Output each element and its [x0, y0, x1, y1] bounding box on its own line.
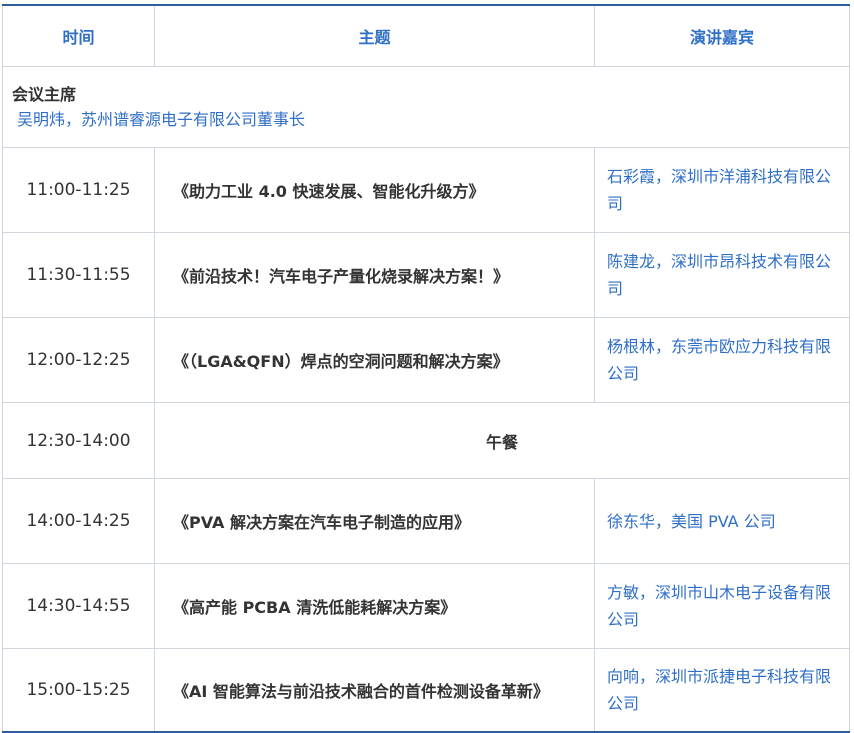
session-time: 14:00-14:25	[2, 478, 155, 564]
table-row: 11:00-11:25 《助力工业 4.0 快速发展、智能化升级方》 石彩霞，深…	[2, 147, 850, 233]
session-time: 11:00-11:25	[2, 147, 155, 233]
agenda-container: 时间 主题 演讲嘉宾 会议主席 吴明炜，苏州谱睿源电子有限公司董事长 11:00…	[2, 4, 850, 733]
table-header-row: 时间 主题 演讲嘉宾	[2, 4, 850, 67]
table-row: 15:00-15:25 《AI 智能算法与前沿技术融合的首件检测设备革新》 向响…	[2, 648, 850, 733]
session-time: 12:30-14:00	[2, 402, 155, 479]
session-time: 11:30-11:55	[2, 232, 155, 318]
session-speaker: 杨根林，东莞市欧应力科技有限公司	[594, 317, 850, 403]
session-topic: 《PVA 解决方案在汽车电子制造的应用》	[154, 478, 595, 564]
header-speaker: 演讲嘉宾	[594, 4, 850, 67]
table-row: 11:30-11:55 《前沿技术！汽车电子产量化烧录解决方案！》 陈建龙，深圳…	[2, 232, 850, 318]
session-topic: 《高产能 PCBA 清洗低能耗解决方案》	[154, 563, 595, 649]
session-topic: 《前沿技术！汽车电子产量化烧录解决方案！》	[154, 232, 595, 318]
session-speaker: 徐东华，美国 PVA 公司	[594, 478, 850, 564]
session-topic: 《（LGA&QFN）焊点的空洞问题和解决方案》	[154, 317, 595, 403]
table-row: 14:00-14:25 《PVA 解决方案在汽车电子制造的应用》 徐东华，美国 …	[2, 478, 850, 564]
session-time: 14:30-14:55	[2, 563, 155, 649]
header-topic: 主题	[154, 4, 595, 67]
chair-cell: 会议主席 吴明炜，苏州谱睿源电子有限公司董事长	[2, 66, 850, 148]
session-time: 15:00-15:25	[2, 648, 155, 733]
table-row: 12:00-12:25 《（LGA&QFN）焊点的空洞问题和解决方案》 杨根林，…	[2, 317, 850, 403]
session-topic: 《AI 智能算法与前沿技术融合的首件检测设备革新》	[154, 648, 595, 733]
lunch-label: 午餐	[154, 402, 850, 479]
session-topic: 《助力工业 4.0 快速发展、智能化升级方》	[154, 147, 595, 233]
chair-title: 会议主席	[12, 85, 77, 104]
session-speaker: 陈建龙，深圳市昂科技术有限公司	[594, 232, 850, 318]
session-speaker: 石彩霞，深圳市洋浦科技有限公司	[594, 147, 850, 233]
table-row: 14:30-14:55 《高产能 PCBA 清洗低能耗解决方案》 方敏，深圳市山…	[2, 563, 850, 649]
agenda-table: 时间 主题 演讲嘉宾 会议主席 吴明炜，苏州谱睿源电子有限公司董事长 11:00…	[2, 4, 850, 733]
session-speaker: 向响，深圳市派捷电子科技有限公司	[594, 648, 850, 733]
chair-name: 吴明炜，苏州谱睿源电子有限公司董事长	[17, 110, 306, 129]
chair-row: 会议主席 吴明炜，苏州谱睿源电子有限公司董事长	[2, 66, 850, 148]
session-time: 12:00-12:25	[2, 317, 155, 403]
session-speaker: 方敏，深圳市山木电子设备有限公司	[594, 563, 850, 649]
header-time: 时间	[2, 4, 155, 67]
lunch-row: 12:30-14:00 午餐	[2, 402, 850, 479]
